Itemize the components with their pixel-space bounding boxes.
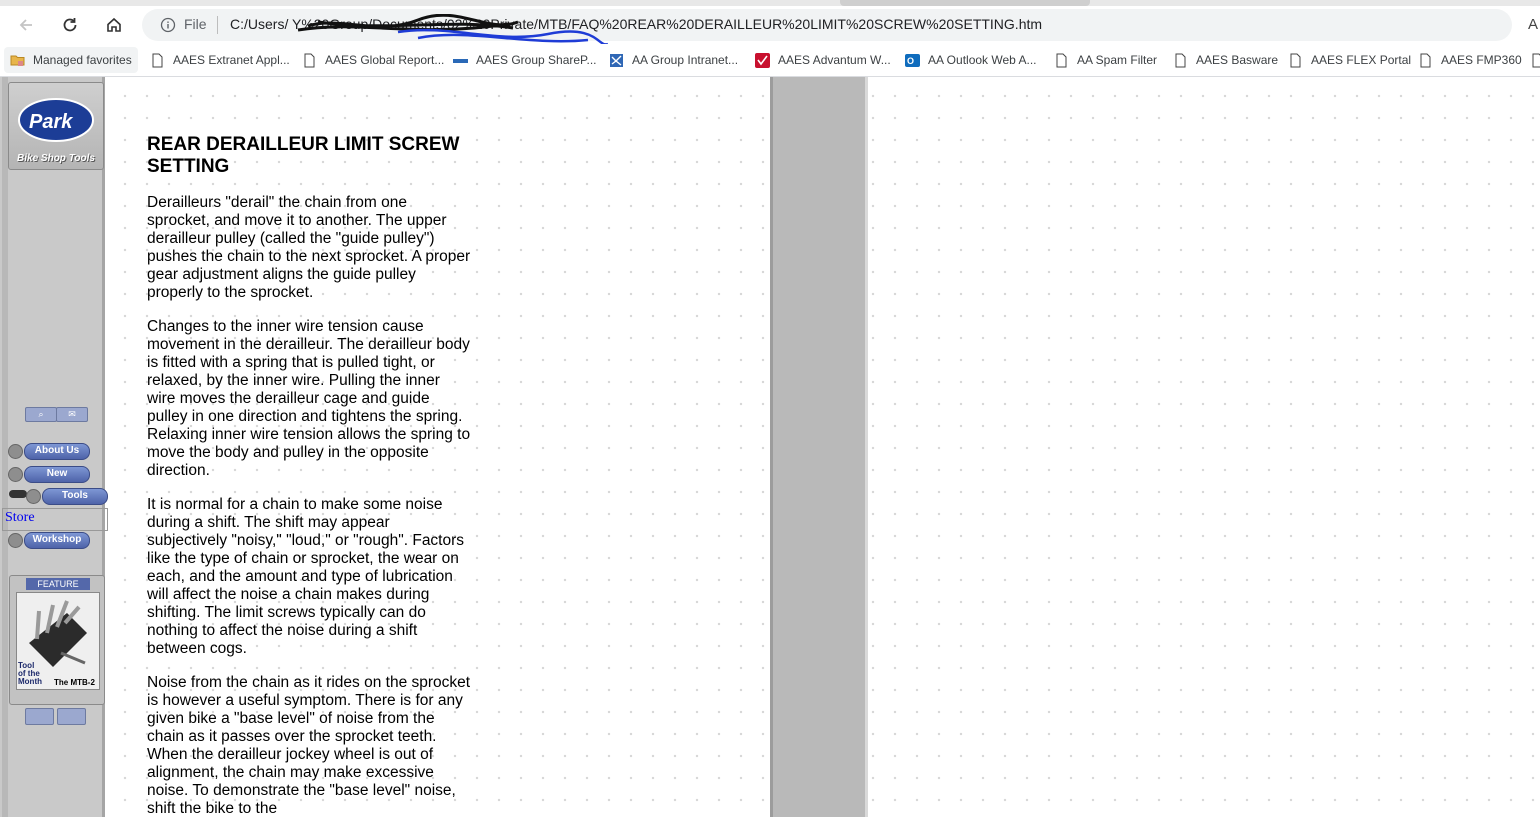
bookmark-label: AAES Group ShareP... — [476, 53, 597, 67]
toggle-indicator — [9, 490, 27, 498]
bookmark-label: Managed favorites — [33, 53, 132, 67]
bullet-icon — [8, 467, 23, 482]
bookmark-aaes-basware[interactable]: AAES Basware — [1173, 50, 1278, 70]
bookmark-aaes-fmp360[interactable]: AAES FMP360 — [1418, 50, 1522, 70]
page-icon — [1288, 53, 1303, 68]
article-paragraph: It is normal for a chain to make some no… — [147, 496, 465, 657]
park-tool-logo[interactable]: Park Bike Shop Tools — [8, 82, 104, 170]
article-paragraph: Noise from the chain as it rides on the … — [147, 674, 471, 817]
article-content: REAR DERAILLEUR LIMIT SCREW SETTING Dera… — [147, 134, 472, 817]
feature-title: FEATURE — [26, 578, 90, 590]
reload-icon — [63, 18, 77, 32]
bookmark-aaes-global-report[interactable]: AAES Global Report... — [302, 50, 444, 70]
bookmark-label: AA Spam Filter — [1077, 53, 1158, 67]
bookmark-label: AAES Extranet Appl... — [173, 53, 290, 67]
outlook-icon: O — [905, 53, 920, 68]
article-title: REAR DERAILLEUR LIMIT SCREW SETTING — [147, 134, 460, 177]
bullet-icon — [8, 533, 23, 548]
bullet-icon — [8, 444, 23, 459]
bookmark-label: AAES FLEX Portal — [1311, 53, 1412, 67]
read-aloud-button[interactable]: A — [1528, 16, 1538, 33]
search-small-button[interactable]: ⌕ — [25, 407, 57, 422]
bookmark-aaes-flex-portal[interactable]: AAES FLEX Portal — [1288, 50, 1411, 70]
file-label: File — [184, 16, 207, 32]
info-icon[interactable] — [160, 17, 176, 33]
bookmark-managed-favorites[interactable]: Managed favorites — [4, 47, 138, 73]
reload-button[interactable] — [55, 10, 85, 40]
feature-tool-of-month[interactable]: FEATURE Tool of the Month The MTB-2 — [9, 575, 105, 705]
page-icon — [1054, 53, 1069, 68]
favorites-bar: Managed favorites AAES Extranet Appl... … — [0, 44, 1540, 77]
page-icon — [1418, 53, 1433, 68]
logo-tagline: Bike Shop Tools — [17, 153, 95, 164]
nav-workshop[interactable]: Workshop — [8, 532, 90, 549]
left-nav-frame: Park Bike Shop Tools ⌕ ✉ About Us New To… — [0, 77, 108, 817]
feature-product-name: The MTB-2 — [54, 678, 95, 687]
bookmark-aa-group-intranet[interactable]: AA Group Intranet... — [609, 50, 738, 70]
nav-new[interactable]: New — [8, 466, 90, 483]
nav-label: New — [24, 466, 90, 483]
bookmark-label: AA Group Intranet... — [632, 53, 739, 67]
home-button[interactable] — [99, 10, 129, 40]
page-viewport: Park Bike Shop Tools ⌕ ✉ About Us New To… — [0, 77, 1540, 817]
frame-divider[interactable] — [770, 77, 868, 817]
page-icon — [150, 53, 165, 68]
article-paragraph: Changes to the inner wire tension cause … — [147, 318, 471, 479]
park-logo-badge: Park — [18, 98, 94, 142]
bullet-icon — [26, 489, 41, 504]
article-paragraph: Derailleurs "derail" the chain from one … — [147, 194, 471, 301]
nav-label: Tools — [42, 488, 108, 505]
nav-about-us[interactable]: About Us — [8, 443, 90, 460]
bookmark-label: AA Outlook Web A... — [928, 53, 1037, 67]
nav-label: Workshop — [24, 532, 90, 549]
store-link[interactable]: Store — [5, 510, 35, 526]
sharepoint-icon — [453, 53, 468, 68]
home-small-button[interactable] — [57, 708, 86, 725]
svg-text:O: O — [907, 56, 914, 66]
bookmark-label: AAES Basware — [1196, 53, 1279, 67]
back-button[interactable] — [11, 10, 41, 40]
bookmark-label: AAES Global Report... — [325, 53, 445, 67]
page-icon — [1530, 53, 1540, 68]
logo-wordmark: Park — [29, 111, 73, 133]
redaction-scribble — [297, 14, 609, 46]
bookmark-aaes-advantum[interactable]: AAES Advantum W... — [755, 50, 891, 70]
envelope-icon: ✉ — [68, 409, 76, 419]
page-icon — [1173, 53, 1188, 68]
bookmark-label: AAES Advantum W... — [778, 53, 891, 67]
address-separator — [217, 16, 218, 34]
caption-line: Month — [18, 677, 42, 686]
magnifier-icon: ⌕ — [38, 409, 44, 419]
page-icon — [302, 53, 317, 68]
bookmark-aaes-group-sharepoint[interactable]: AAES Group ShareP... — [453, 50, 597, 70]
bookmark-aa-spam-filter[interactable]: AA Spam Filter — [1054, 50, 1157, 70]
intranet-icon — [609, 53, 624, 68]
tool-of-month-caption: Tool of the Month — [18, 662, 42, 686]
mail-small-button[interactable]: ✉ — [56, 407, 88, 422]
bookmark-overflow[interactable] — [1530, 50, 1540, 70]
people-small-button[interactable] — [25, 708, 54, 725]
bookmark-aa-outlook-web[interactable]: O AA Outlook Web A... — [905, 50, 1037, 70]
bookmark-aaes-extranet[interactable]: AAES Extranet Appl... — [150, 50, 290, 70]
home-icon — [107, 17, 121, 32]
browser-toolbar: File C:/Users/ Y%20Group/Documents/02%20… — [0, 6, 1540, 46]
bookmark-label: AAES FMP360 — [1441, 53, 1522, 67]
folder-icon — [10, 53, 25, 68]
check-icon — [755, 52, 770, 68]
back-arrow-icon — [19, 19, 32, 31]
nav-label: About Us — [24, 443, 90, 460]
nav-tools[interactable]: Tools — [26, 488, 108, 505]
